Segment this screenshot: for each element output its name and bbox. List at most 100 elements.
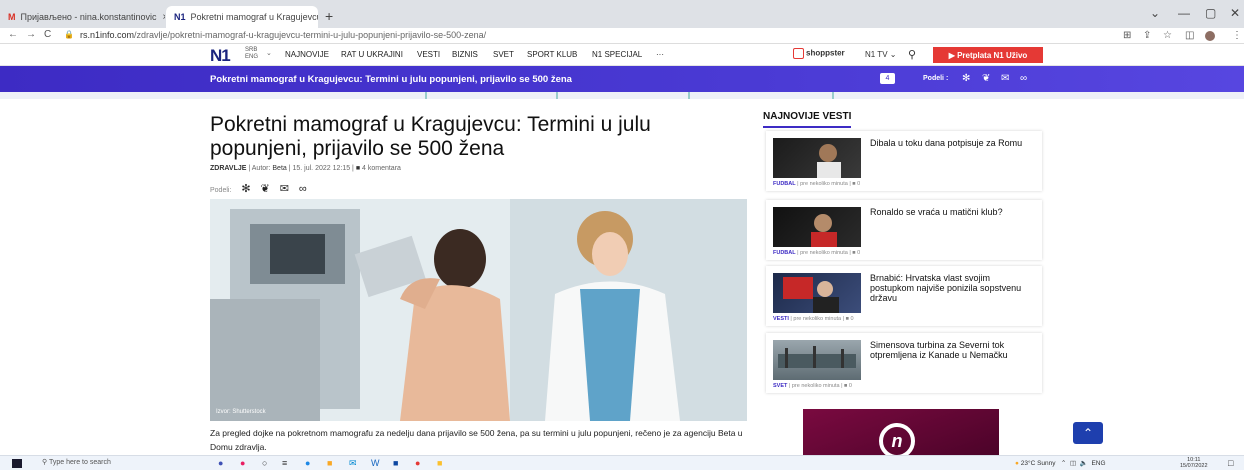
nav-rat-u-ukrajini[interactable]: RAT U UKRAJINI	[341, 50, 403, 59]
sticky-article-bar: Pokretni mamograf u Kragujevcu: Termini …	[0, 66, 1244, 92]
image-caption: Izvor: Shutterstock	[216, 409, 266, 415]
tray-language: ENG	[1091, 460, 1106, 467]
nav-najnovije[interactable]: NAJNOVIJE	[285, 50, 329, 59]
news-meta: FUDBAL | pre nekoliko minuta | ■ 0	[773, 250, 860, 256]
share-icon[interactable]: ⇪	[1143, 30, 1151, 41]
lang-secondary: ENG	[245, 54, 259, 60]
news-time: | pre nekoliko minuta |	[795, 181, 853, 187]
news-title: Simensova turbina za Severni tok otpreml…	[870, 340, 1008, 360]
windows-taskbar: ⚲ Type here to search ● ● ○ ≡ ● ■ ✉ W ■ …	[0, 455, 1244, 470]
nav-vesti[interactable]: VESTI	[417, 50, 440, 59]
sidebar-icon[interactable]: ◫	[1185, 30, 1194, 41]
url-field[interactable]: rs.n1info.com/zdravlje/pokretni-mamograf…	[80, 30, 486, 40]
shoppster-logo-icon	[793, 48, 804, 59]
tab-gmail[interactable]: M Пријављено - nina.konstantinovic ×	[0, 6, 165, 28]
strip-divider	[832, 92, 834, 99]
nav-sport-klub[interactable]: SPORT KLUB	[527, 50, 577, 59]
close-tab-icon[interactable]: ×	[156, 12, 165, 23]
close-window-button[interactable]: ✕	[1230, 6, 1240, 20]
lock-icon[interactable]: 🔒	[64, 30, 74, 39]
twitter-icon[interactable]: ❦	[982, 73, 990, 84]
article-comments[interactable]: 4 komentara	[362, 165, 401, 172]
email-icon[interactable]: ✉	[1001, 73, 1009, 84]
news-comments: 0	[850, 316, 854, 322]
news-card[interactable]: Ronaldo se vraća u matični klub? FUDBAL …	[766, 200, 1042, 260]
news-thumbnail-graphic	[811, 214, 837, 247]
edge-icon[interactable]: ●	[305, 458, 310, 468]
facebook-icon[interactable]: ✻	[241, 183, 250, 195]
news-card[interactable]: Simensova turbina za Severni tok otpreml…	[766, 333, 1042, 393]
news-card[interactable]: Dibala u toku dana potpisuje za Romu FUD…	[766, 131, 1042, 191]
search-icon: ⚲	[42, 459, 48, 466]
taskbar-clock[interactable]: 10:11 15/07/2022	[1180, 457, 1208, 469]
search-icon[interactable]: ⚲	[908, 48, 916, 61]
news-category: FUDBAL	[773, 250, 796, 256]
forward-button[interactable]: →	[26, 29, 36, 40]
word-icon[interactable]: W	[371, 458, 380, 468]
news-comments: 0	[848, 383, 852, 389]
article-image: Izvor: Shutterstock	[210, 199, 747, 421]
n1-logo[interactable]: N1	[210, 46, 231, 66]
nav-biznis[interactable]: BIZNIS	[452, 50, 478, 59]
news-category: VESTI	[773, 316, 789, 322]
twitter-icon[interactable]: ❦	[261, 183, 270, 195]
file-explorer-icon[interactable]: ■	[327, 458, 332, 468]
nova-logo-icon: n	[879, 423, 915, 459]
back-button[interactable]: ←	[8, 29, 18, 40]
article-meta: ZDRAVLJE | Autor: Beta | 15. jul. 2022 1…	[210, 165, 401, 172]
translate-icon[interactable]: ⊞	[1123, 30, 1131, 41]
nav-svet[interactable]: SVET	[493, 50, 514, 59]
weather-text: 23°C Sunny	[1020, 460, 1056, 467]
maximize-button[interactable]: ▢	[1205, 6, 1216, 20]
notifications-icon[interactable]: □	[1228, 458, 1233, 468]
facebook-icon[interactable]: ✻	[962, 73, 970, 84]
app-icon[interactable]: ●	[240, 458, 245, 468]
folder-icon[interactable]: ■	[437, 458, 442, 468]
article-author[interactable]: Beta	[272, 165, 286, 172]
news-title: Ronaldo se vraća u matični klub?	[870, 207, 1003, 217]
article-category[interactable]: ZDRAVLJE	[210, 165, 246, 172]
article-date: | 15. jul. 2022 12:15 |	[286, 165, 356, 172]
system-tray[interactable]: ● 23°C Sunny ⌃ ◫ 🔈 ENG	[1015, 459, 1106, 467]
tab-search-icon[interactable]: ⌄	[1150, 6, 1160, 20]
cortana-icon[interactable]: ○	[262, 458, 267, 468]
tab-label: Пријављено - nina.konstantinovic	[20, 12, 157, 22]
strip-divider	[556, 92, 558, 99]
news-card[interactable]: Brnabić: Hrvatska vlast svojim postupkom…	[766, 266, 1042, 326]
url-path: /zdravlje/pokretni-mamograf-u-kragujevcu…	[134, 30, 487, 40]
n1tv-dropdown[interactable]: N1 TV ⌄	[865, 50, 896, 59]
link-icon[interactable]: ∞	[299, 183, 307, 195]
share-label: Podeli :	[923, 75, 949, 82]
url-host: rs.n1info.com	[80, 30, 135, 40]
chrome-icon[interactable]: ●	[415, 458, 420, 468]
task-view-icon[interactable]: ≡	[282, 458, 287, 468]
menu-dots-icon[interactable]: ⋮	[1232, 30, 1242, 41]
windows-start-icon[interactable]	[12, 459, 22, 468]
minimize-button[interactable]: —	[1178, 6, 1190, 20]
comment-count-icon[interactable]: 4	[880, 73, 895, 84]
tab-n1-article[interactable]: N1 Pokretni mamograf u Kragujevcu ×	[166, 6, 318, 28]
email-icon[interactable]: ✉	[280, 183, 289, 195]
chevron-down-icon[interactable]: ⌄	[266, 49, 272, 57]
tab-label: Pokretni mamograf u Kragujevcu	[190, 12, 318, 22]
scroll-to-top-button[interactable]: ⌃	[1073, 422, 1103, 444]
language-switch[interactable]: SRB ENG	[245, 47, 258, 61]
new-tab-button[interactable]: +	[325, 8, 333, 24]
news-thumbnail	[773, 207, 861, 247]
outlook-icon[interactable]: ■	[393, 458, 398, 468]
mail-icon[interactable]: ✉	[349, 458, 357, 469]
article-lead: Za pregled dojke na pokretnom mamografu …	[210, 428, 743, 452]
clock-date: 15/07/2022	[1180, 463, 1208, 469]
nav-more[interactable]: ···	[656, 50, 664, 59]
link-icon[interactable]: ∞	[1020, 73, 1027, 84]
reload-button[interactable]: C	[44, 29, 51, 40]
subscribe-button[interactable]: ▶ Pretplata N1 Uživo	[933, 47, 1043, 63]
bookmark-star-icon[interactable]: ☆	[1163, 30, 1172, 41]
profile-avatar[interactable]	[1205, 31, 1215, 41]
advertisement[interactable]: n	[803, 409, 999, 459]
news-thumbnail-graphic	[783, 277, 839, 313]
news-widget-icon[interactable]: ●	[218, 458, 223, 468]
shoppster-link[interactable]: shoppster	[793, 48, 845, 59]
nav-n1-specijal[interactable]: N1 SPECIJAL	[592, 50, 642, 59]
taskbar-search[interactable]: ⚲ Type here to search	[42, 458, 197, 469]
